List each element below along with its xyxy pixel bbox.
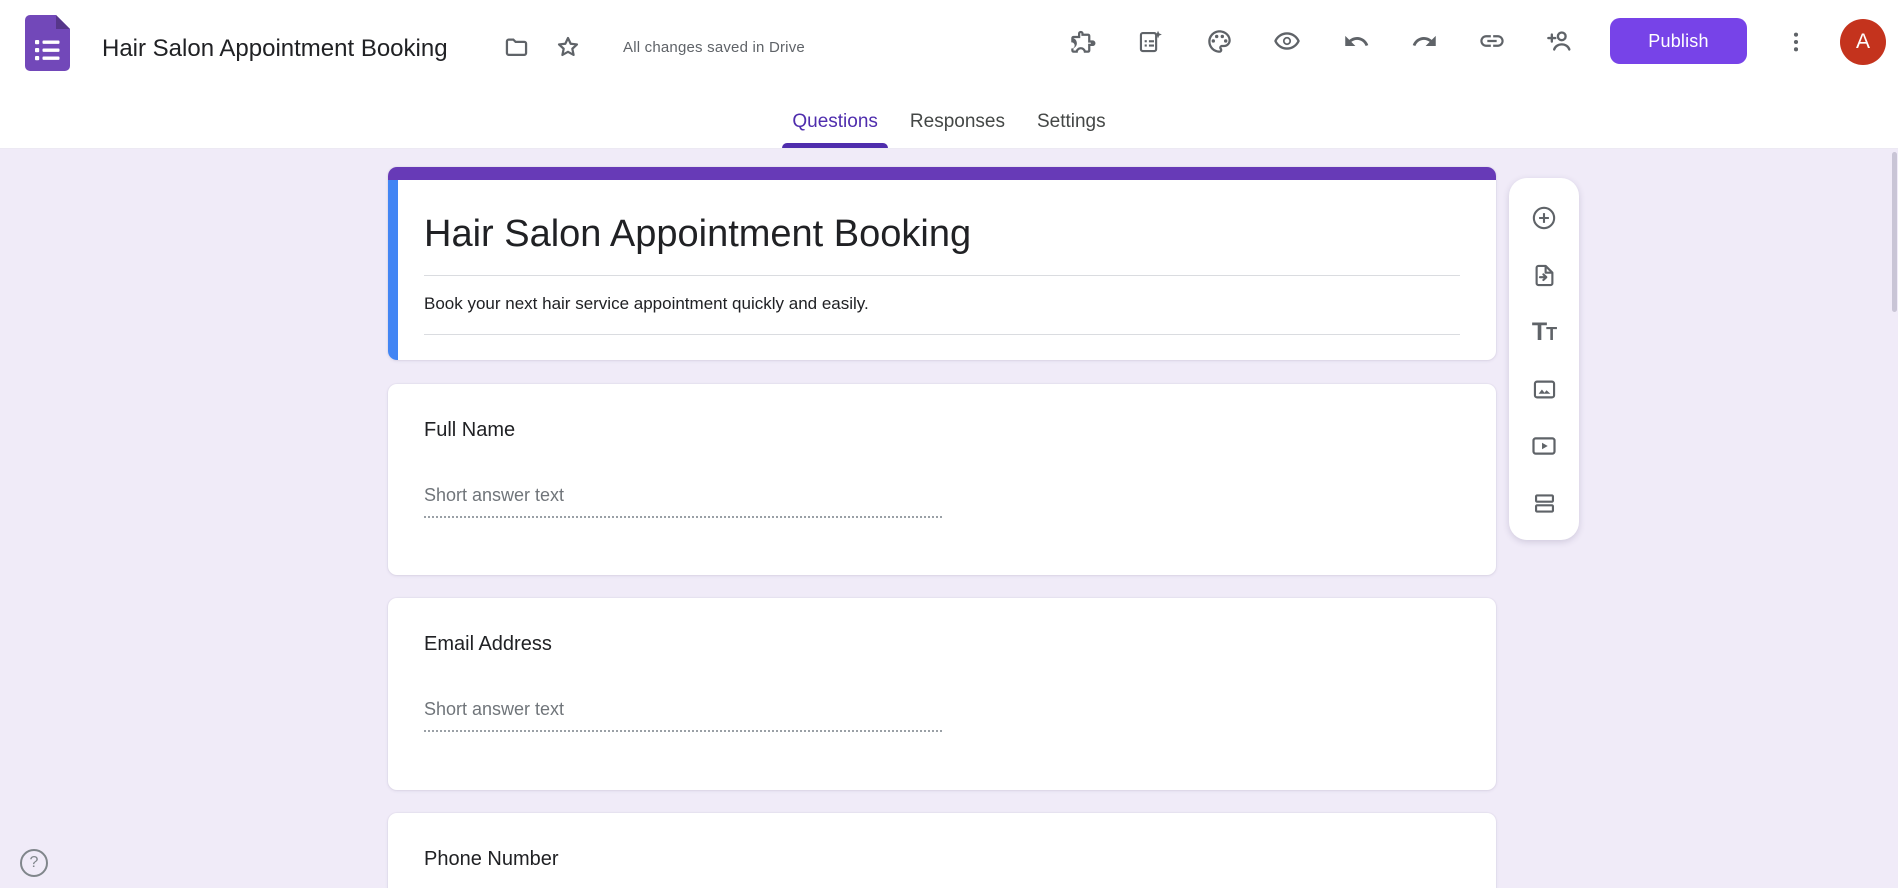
question-card-phone-number[interactable]: Phone Number bbox=[388, 813, 1496, 888]
account-avatar[interactable]: A bbox=[1840, 19, 1886, 65]
redo-icon bbox=[1412, 35, 1436, 46]
focused-card-accent bbox=[388, 180, 398, 360]
add-section-button[interactable] bbox=[1530, 489, 1558, 517]
short-answer-line bbox=[424, 516, 942, 518]
templates-button[interactable] bbox=[1126, 17, 1174, 65]
add-collaborators-button[interactable] bbox=[1536, 17, 1584, 65]
short-answer-line bbox=[424, 730, 942, 732]
publish-button[interactable]: Publish bbox=[1610, 18, 1747, 64]
plus-circle-icon bbox=[1532, 206, 1556, 230]
palette-icon bbox=[1207, 29, 1231, 53]
add-ons-button[interactable] bbox=[1058, 17, 1106, 65]
video-icon bbox=[1532, 437, 1556, 455]
add-question-button[interactable] bbox=[1530, 204, 1558, 232]
add-video-button[interactable] bbox=[1530, 432, 1558, 460]
star-button[interactable] bbox=[544, 23, 592, 71]
question-toolbar: TT bbox=[1509, 178, 1579, 540]
eye-icon bbox=[1274, 32, 1300, 50]
theme-color-bar bbox=[388, 167, 1496, 180]
question-card-email-address[interactable]: Email Address Short answer text bbox=[388, 598, 1496, 790]
form-description-field[interactable]: Book your next hair service appointment … bbox=[424, 292, 869, 316]
section-icon bbox=[1534, 493, 1554, 513]
copy-link-button[interactable] bbox=[1468, 17, 1516, 65]
top-bar: Hair Salon Appointment Booking All chang… bbox=[0, 0, 1898, 149]
document-title[interactable]: Hair Salon Appointment Booking bbox=[102, 35, 448, 63]
title-underline bbox=[424, 275, 1460, 276]
tab-questions[interactable]: Questions bbox=[776, 95, 894, 148]
undo-icon bbox=[1344, 35, 1368, 46]
google-forms-logo-icon[interactable] bbox=[25, 15, 70, 71]
tab-responses[interactable]: Responses bbox=[894, 95, 1021, 148]
import-questions-icon bbox=[1535, 264, 1553, 286]
image-icon bbox=[1533, 380, 1555, 398]
short-answer-placeholder: Short answer text bbox=[424, 485, 565, 505]
help-button[interactable]: ? bbox=[20, 849, 48, 877]
save-status[interactable]: All changes saved in Drive bbox=[623, 39, 805, 56]
question-title[interactable]: Email Address bbox=[424, 631, 552, 657]
form-header-card[interactable]: Hair Salon Appointment Booking Book your… bbox=[388, 167, 1496, 360]
more-options-button[interactable] bbox=[1772, 18, 1820, 66]
customize-theme-button[interactable] bbox=[1195, 17, 1243, 65]
person-add-icon bbox=[1547, 31, 1571, 51]
three-dot-menu-icon bbox=[1793, 32, 1799, 52]
question-title[interactable]: Full Name bbox=[424, 417, 515, 443]
star-icon bbox=[557, 36, 579, 57]
redo-button[interactable] bbox=[1400, 17, 1448, 65]
tab-bar: Questions Responses Settings bbox=[0, 95, 1898, 148]
document-sparkle-icon bbox=[1139, 30, 1162, 52]
question-title[interactable]: Phone Number bbox=[424, 846, 559, 872]
import-questions-button[interactable] bbox=[1530, 261, 1558, 289]
add-title-and-description-button[interactable]: TT bbox=[1530, 318, 1558, 346]
move-to-folder-button[interactable] bbox=[492, 23, 540, 71]
text-title-icon: TT bbox=[1531, 317, 1557, 346]
add-image-button[interactable] bbox=[1530, 375, 1558, 403]
folder-icon bbox=[505, 38, 527, 56]
form-title-field[interactable]: Hair Salon Appointment Booking bbox=[424, 211, 971, 257]
active-tab-indicator bbox=[782, 143, 888, 148]
scrollbar-thumb[interactable] bbox=[1892, 152, 1897, 312]
tab-settings[interactable]: Settings bbox=[1021, 95, 1122, 148]
puzzle-icon bbox=[1070, 30, 1095, 53]
preview-button[interactable] bbox=[1263, 17, 1311, 65]
short-answer-placeholder: Short answer text bbox=[424, 699, 565, 719]
question-mark-icon: ? bbox=[29, 854, 39, 871]
link-icon bbox=[1480, 35, 1504, 47]
description-underline bbox=[424, 334, 1460, 335]
undo-button[interactable] bbox=[1332, 17, 1380, 65]
question-card-full-name[interactable]: Full Name Short answer text bbox=[388, 384, 1496, 575]
